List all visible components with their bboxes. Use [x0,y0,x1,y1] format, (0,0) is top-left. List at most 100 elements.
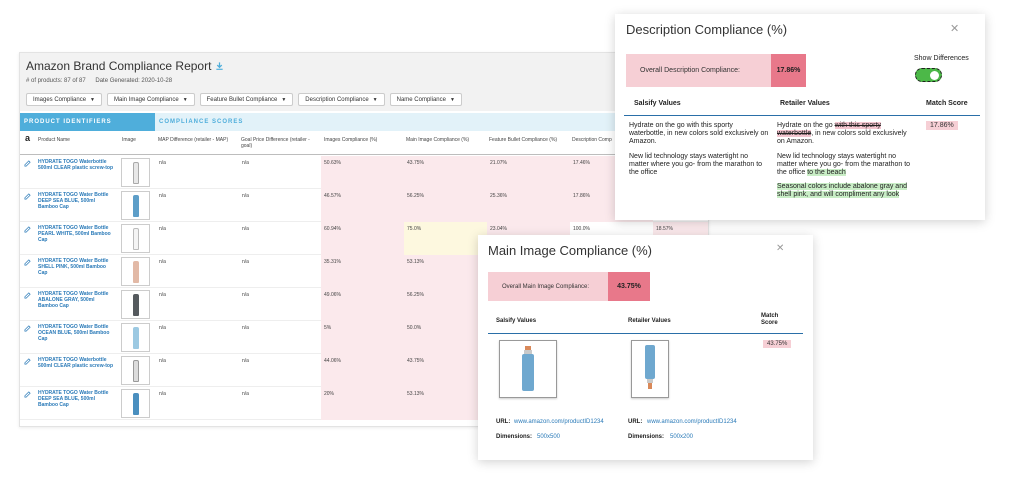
product-thumbnail[interactable] [121,290,150,319]
product-name-link[interactable]: HYDRATE TOGO Waterbottle 500ml CLEAR pla… [38,357,114,369]
goal-difference-cell: n/a [242,325,249,331]
col-retailer-values: Retailer Values [628,318,671,324]
product-name-link[interactable]: HYDRATE TOGO Water Bottle DEEP SEA BLUE,… [38,192,114,210]
edit-icon[interactable] [24,325,31,332]
salsify-url[interactable]: www.amazon.com/productID1234 [514,419,604,425]
col-image[interactable]: Image [122,137,136,143]
col-retailer-values: Retailer Values [780,100,830,107]
images-compliance-cell: 44.06% [321,354,404,387]
main-image-compliance-cell: 75.0% [404,222,487,255]
goal-difference-cell: n/a [242,259,249,265]
edit-icon[interactable] [24,292,31,299]
product-thumbnail[interactable] [121,158,150,187]
table-column-headers: a Product Name Image MAP Difference (ret… [20,133,708,155]
salsify-dimensions: 500x500 [537,434,561,440]
report-meta: # of products: 87 of 87 Date Generated: … [26,78,702,84]
main-image-compliance-cell: 50.0% [404,321,487,354]
images-compliance-cell: 46.57% [321,189,404,222]
salsify-main-image[interactable] [499,340,557,398]
modal-title: Description Compliance (%) [626,22,788,37]
product-name-link[interactable]: HYDRATE TOGO Water Bottle ABALONE GRAY, … [38,291,114,309]
filter-feature-bullet-compliance[interactable]: Feature Bullet Compliance ▼ [199,93,294,106]
col-feature-bullet-compliance[interactable]: Feature Bullet Compliance (%) [489,137,557,143]
col-product-name[interactable]: Product Name [38,137,70,143]
products-count: # of products: 87 of 87 [26,78,86,84]
retailer-description-p2: New lid technology stays watertight no m… [777,153,915,177]
edit-icon[interactable] [24,358,31,365]
description-compliance-modal: Description Compliance (%) ✕ Overall Des… [615,14,985,220]
bottle-image [132,392,139,415]
filter-label: Feature Bullet Compliance [206,96,278,103]
overall-label: Overall Description Compliance: [640,67,740,74]
product-name-link[interactable]: HYDRATE TOGO Water Bottle OCEAN BLUE, 50… [38,324,114,342]
filter-images-compliance[interactable]: Images Compliance ▼ [26,93,102,106]
images-compliance-cell: 50.63% [321,156,404,189]
toggle-knob [930,71,939,80]
product-name-link[interactable]: HYDRATE TOGO Water Bottle SHELL PINK, 50… [38,258,114,276]
header-divider [624,115,980,116]
product-thumbnail[interactable] [121,389,150,418]
match-score-badge: 17.86% [926,121,958,130]
overall-value: 43.75% [608,272,650,301]
product-name-link[interactable]: HYDRATE TOGO Water Bottle DEEP SEA BLUE,… [38,390,114,408]
product-thumbnail[interactable] [121,257,150,286]
bottle-image [132,194,139,217]
edit-icon[interactable] [24,259,31,266]
goal-difference-cell: n/a [242,391,249,397]
bottle-image [132,293,139,316]
images-compliance-cell: 20% [321,387,404,420]
product-name-link[interactable]: HYDRATE TOGO Waterbottle 500ml CLEAR pla… [38,159,114,171]
filter-main-image-compliance[interactable]: Main Image Compliance ▼ [106,93,195,106]
salsify-description-p1: Hydrate on the go with this sporty water… [629,122,769,145]
product-thumbnail[interactable] [121,356,150,385]
retailer-url[interactable]: www.amazon.com/productID1234 [647,419,737,425]
bottle-image [132,260,139,283]
images-compliance-cell: 5% [321,321,404,354]
col-goal-price-difference[interactable]: Goal Price Difference (retailer - goal) [241,137,317,149]
map-difference-cell: n/a [159,391,166,397]
col-main-image-compliance[interactable]: Main Image Compliance (%) [406,137,469,143]
date-generated: Date Generated: 2020-10-28 [95,78,173,84]
map-difference-cell: n/a [159,292,166,298]
col-match-score: Match Score [926,100,968,107]
header-divider [488,333,803,334]
filter-label: Main Image Compliance [113,96,179,103]
product-thumbnail[interactable] [121,323,150,352]
map-difference-cell: n/a [159,160,166,166]
col-description-compliance[interactable]: Description Comp [572,137,612,143]
map-difference-cell: n/a [159,193,166,199]
filter-bar: Images Compliance ▼ Main Image Compliance… [26,93,462,106]
col-match-score: Match Score [761,313,779,326]
edit-icon[interactable] [24,160,31,167]
images-compliance-cell: 49.06% [321,288,404,321]
retailer-text: Hydrate on the go [777,122,835,129]
filter-label: Name Compliance [396,96,446,103]
salsify-url-label: URL: [496,419,511,425]
product-thumbnail[interactable] [121,191,150,220]
edit-icon[interactable] [24,193,31,200]
col-images-compliance[interactable]: Images Compliance (%) [324,137,377,143]
edit-icon[interactable] [24,391,31,398]
close-icon[interactable]: ✕ [950,22,959,35]
retailer-description-p3: Seasonal colors include abalone gray and… [777,183,911,199]
bottle-image [132,161,139,184]
map-difference-cell: n/a [159,358,166,364]
retailer-url-label: URL: [628,419,643,425]
filter-description-compliance[interactable]: Description Compliance ▼ [298,93,385,106]
main-image-compliance-cell: 43.75% [404,354,487,387]
feature-bullet-compliance-cell: 25.36% [487,189,570,222]
goal-difference-cell: n/a [242,160,249,166]
edit-icon[interactable] [24,226,31,233]
retailer-main-image[interactable] [631,340,669,398]
close-icon[interactable]: ✕ [776,243,784,254]
overall-main-image-compliance: Overall Main Image Compliance: 43.75% [488,272,650,301]
col-map-difference[interactable]: MAP Difference (retailer - MAP) [158,137,230,143]
show-differences-label: Show Differences [914,55,969,62]
caret-down-icon: ▼ [182,96,188,103]
download-icon[interactable] [215,61,224,71]
filter-name-compliance[interactable]: Name Compliance ▼ [389,93,462,106]
product-name-link[interactable]: HYDRATE TOGO Water Bottle PEARL WHITE, 5… [38,225,114,243]
show-differences-toggle[interactable] [915,68,942,82]
caret-down-icon: ▼ [281,96,287,103]
product-thumbnail[interactable] [121,224,150,253]
